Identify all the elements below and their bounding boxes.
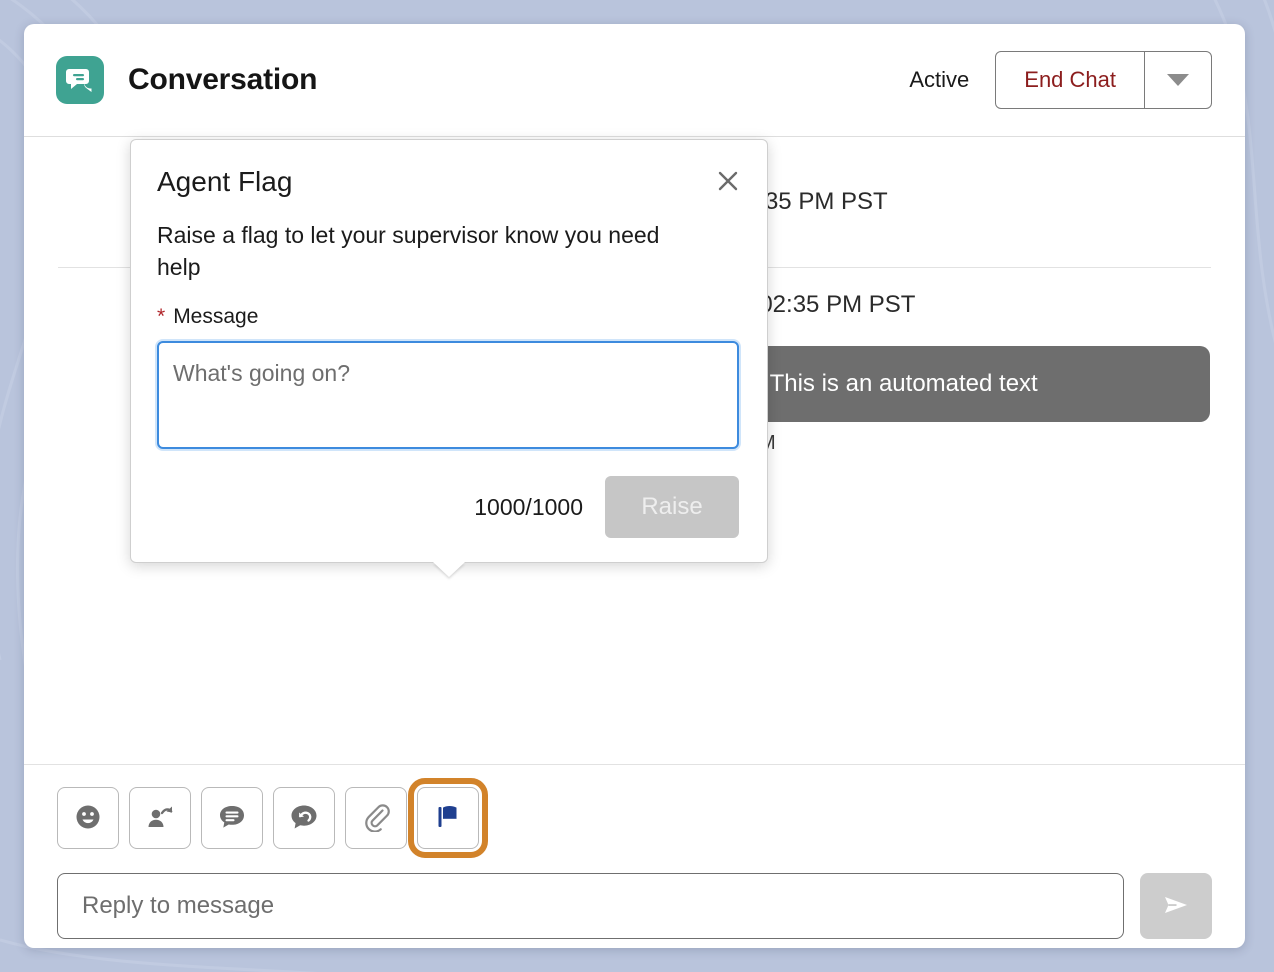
quick-replies-button[interactable] [201, 787, 263, 849]
agent-flag-popover: Agent Flag Raise a flag to let your supe… [130, 139, 768, 564]
chevron-down-icon [1167, 74, 1189, 86]
message-field-label-text: Message [173, 305, 259, 329]
participant-joined-time: • 02:35 PM PST [744, 291, 916, 318]
emoji-picker-button[interactable] [57, 787, 119, 849]
smiley-icon [73, 802, 103, 835]
raise-button[interactable]: Raise [605, 476, 739, 539]
flag-message-input[interactable] [157, 341, 739, 450]
end-chat-group: End Chat [995, 51, 1212, 109]
character-counter: 1000/1000 [474, 493, 583, 520]
required-marker: * [157, 305, 166, 329]
chat-reply-button[interactable] [273, 787, 335, 849]
popover-footer: 1000/1000 Raise [157, 476, 739, 539]
agent-flag-button[interactable] [408, 778, 488, 858]
message-composer [24, 764, 1245, 939]
conversation-body: Session started • 12/1/2023, 02:35 PM PS… [24, 137, 1245, 764]
end-chat-dropdown-button[interactable] [1144, 52, 1211, 108]
window-header: Conversation Active End Chat [24, 24, 1245, 137]
composer-toolbar [57, 778, 1212, 858]
send-paper-plane-icon [1159, 888, 1193, 925]
paperclip-icon [361, 802, 391, 835]
page-title: Conversation [128, 63, 318, 96]
flag-icon [433, 802, 463, 835]
message-field-label: * Message [157, 305, 739, 329]
popover-description: Raise a flag to let your supervisor know… [157, 222, 660, 280]
conversation-window: Conversation Active End Chat Sessio [24, 24, 1245, 948]
reply-input[interactable] [57, 873, 1124, 939]
chat-undo-icon [289, 802, 319, 835]
chat-bubble-icon [56, 56, 104, 104]
reply-row [57, 873, 1212, 939]
attachment-button[interactable] [345, 787, 407, 849]
header-actions: Active End Chat [909, 51, 1212, 109]
status-badge: Active [909, 67, 970, 92]
popover-title: Agent Flag [157, 166, 293, 197]
transfer-chat-button[interactable] [129, 787, 191, 849]
chat-lines-icon [217, 802, 247, 835]
close-icon[interactable] [711, 164, 745, 198]
end-chat-button[interactable]: End Chat [996, 52, 1144, 108]
person-transfer-icon [145, 802, 175, 835]
send-button[interactable] [1140, 873, 1212, 939]
